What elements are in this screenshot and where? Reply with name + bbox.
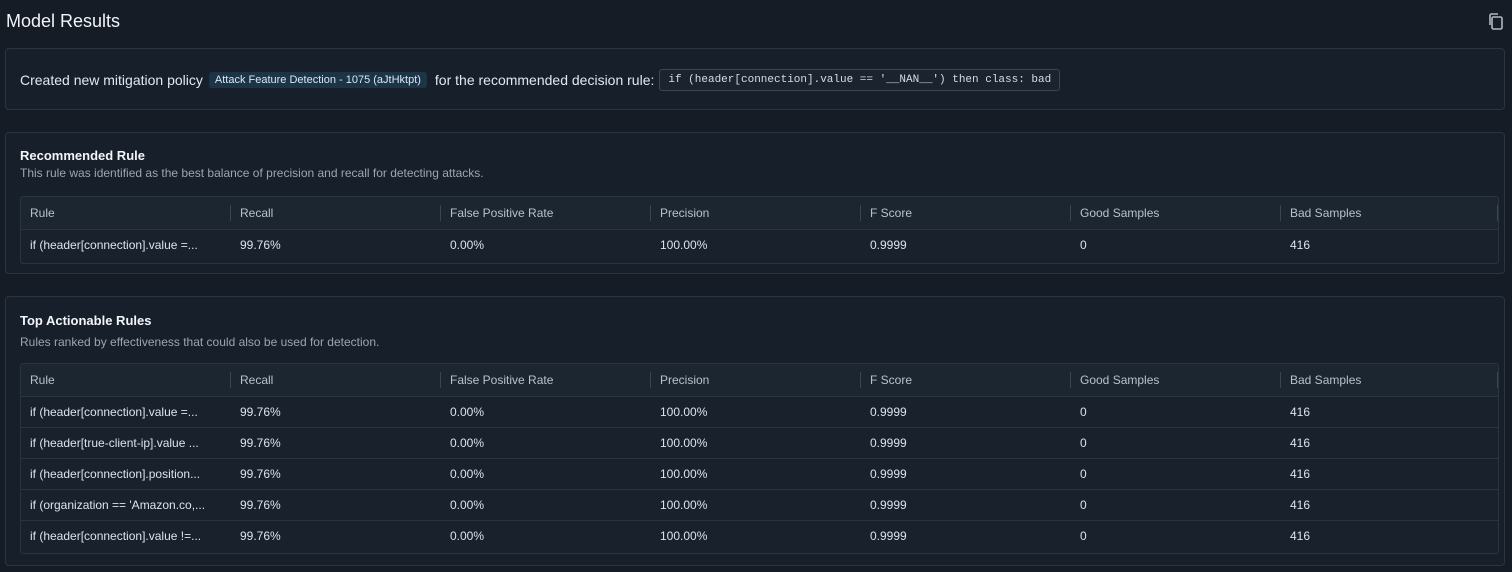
cell-precision: 100.00% [660, 238, 708, 252]
cell-recall: 99.76% [240, 405, 281, 419]
page-header: Model Results [6, 0, 1506, 44]
table-row[interactable]: if (header[connection].value !=... 99.76… [21, 521, 1498, 551]
cell-f-score: 0.9999 [870, 405, 907, 419]
column-header-f-score[interactable]: F Score [861, 197, 1071, 229]
table-row[interactable]: if (header[true-client-ip].value ... 99.… [21, 428, 1498, 459]
top-actionable-rules-card: Top Actionable Rules Rules ranked by eff… [5, 296, 1505, 566]
recommended-rule-title: Recommended Rule [20, 148, 145, 163]
cell-bad-samples: 416 [1290, 498, 1311, 512]
cell-bad-samples: 416 [1290, 238, 1311, 252]
top-rules-subtitle: Rules ranked by effectiveness that could… [20, 335, 380, 349]
top-rules-title: Top Actionable Rules [20, 313, 152, 328]
column-header-recall[interactable]: Recall [231, 197, 441, 229]
cell-false-positive-rate: 0.00% [450, 467, 485, 481]
cell-recall: 99.76% [240, 467, 281, 481]
column-header-precision[interactable]: Precision [651, 197, 861, 229]
table-header: Rule Recall False Positive Rate Precisio… [21, 197, 1498, 230]
column-header-bad-samples[interactable]: Bad Samples [1281, 197, 1498, 229]
cell-rule: if (header[connection].value =... [30, 238, 198, 252]
cell-false-positive-rate: 0.00% [450, 529, 485, 543]
cell-false-positive-rate: 0.00% [450, 436, 485, 450]
cell-good-samples: 0 [1080, 436, 1087, 450]
cell-false-positive-rate: 0.00% [450, 405, 485, 419]
cell-recall: 99.76% [240, 529, 281, 543]
cell-f-score: 0.9999 [870, 467, 907, 481]
page-title: Model Results [6, 11, 121, 31]
cell-false-positive-rate: 0.00% [450, 498, 485, 512]
cell-precision: 100.00% [660, 436, 708, 450]
table-row[interactable]: if (organization == 'Amazon.co,... 99.76… [21, 490, 1498, 521]
policy-badge[interactable]: Attack Feature Detection - 1075 (aJtHktp… [208, 72, 427, 88]
policy-message: Created new mitigation policy Attack Fea… [20, 49, 1490, 111]
cell-precision: 100.00% [660, 498, 708, 512]
table-row[interactable]: if (header[connection].position... 99.76… [21, 459, 1498, 490]
column-header-rule[interactable]: Rule [21, 197, 231, 229]
policy-middle: for the recommended decision rule: [434, 72, 655, 88]
column-header-rule[interactable]: Rule [21, 364, 231, 396]
cell-false-positive-rate: 0.00% [450, 238, 485, 252]
column-header-precision[interactable]: Precision [651, 364, 861, 396]
column-header-bad-samples[interactable]: Bad Samples [1281, 364, 1498, 396]
cell-rule: if (header[true-client-ip].value ... [30, 436, 199, 450]
cell-good-samples: 0 [1080, 238, 1087, 252]
cell-precision: 100.00% [660, 405, 708, 419]
cell-f-score: 0.9999 [870, 498, 907, 512]
cell-f-score: 0.9999 [870, 238, 907, 252]
cell-recall: 99.76% [240, 238, 281, 252]
column-header-false-positive-rate[interactable]: False Positive Rate [441, 364, 651, 396]
cell-rule: if (organization == 'Amazon.co,... [30, 498, 206, 512]
column-header-good-samples[interactable]: Good Samples [1071, 197, 1281, 229]
table-header: Rule Recall False Positive Rate Precisio… [21, 364, 1498, 397]
cell-good-samples: 0 [1080, 467, 1087, 481]
column-header-f-score[interactable]: F Score [861, 364, 1071, 396]
table-row[interactable]: if (header[connection].value =... 99.76%… [21, 230, 1498, 260]
copy-icon[interactable] [1486, 12, 1506, 32]
cell-good-samples: 0 [1080, 405, 1087, 419]
policy-prefix: Created new mitigation policy [20, 72, 203, 88]
cell-f-score: 0.9999 [870, 529, 907, 543]
cell-good-samples: 0 [1080, 529, 1087, 543]
cell-bad-samples: 416 [1290, 436, 1311, 450]
cell-rule: if (header[connection].value !=... [30, 529, 202, 543]
policy-card: Created new mitigation policy Attack Fea… [5, 48, 1505, 110]
cell-recall: 99.76% [240, 436, 281, 450]
cell-bad-samples: 416 [1290, 529, 1311, 543]
cell-precision: 100.00% [660, 529, 708, 543]
cell-bad-samples: 416 [1290, 405, 1311, 419]
recommended-rule-table: Rule Recall False Positive Rate Precisio… [20, 196, 1499, 264]
recommended-rule-card: Recommended Rule This rule was identifie… [5, 132, 1505, 274]
cell-rule: if (header[connection].position... [30, 467, 201, 481]
column-header-recall[interactable]: Recall [231, 364, 441, 396]
table-row[interactable]: if (header[connection].value =... 99.76%… [21, 397, 1498, 428]
cell-good-samples: 0 [1080, 498, 1087, 512]
top-rules-table: Rule Recall False Positive Rate Precisio… [20, 363, 1499, 554]
column-header-good-samples[interactable]: Good Samples [1071, 364, 1281, 396]
cell-f-score: 0.9999 [870, 436, 907, 450]
cell-rule: if (header[connection].value =... [30, 405, 198, 419]
cell-recall: 99.76% [240, 498, 281, 512]
decision-rule-code: if (header[connection].value == '__NAN__… [659, 69, 1061, 91]
recommended-rule-subtitle: This rule was identified as the best bal… [20, 166, 484, 180]
column-header-false-positive-rate[interactable]: False Positive Rate [441, 197, 651, 229]
cell-bad-samples: 416 [1290, 467, 1311, 481]
cell-precision: 100.00% [660, 467, 708, 481]
